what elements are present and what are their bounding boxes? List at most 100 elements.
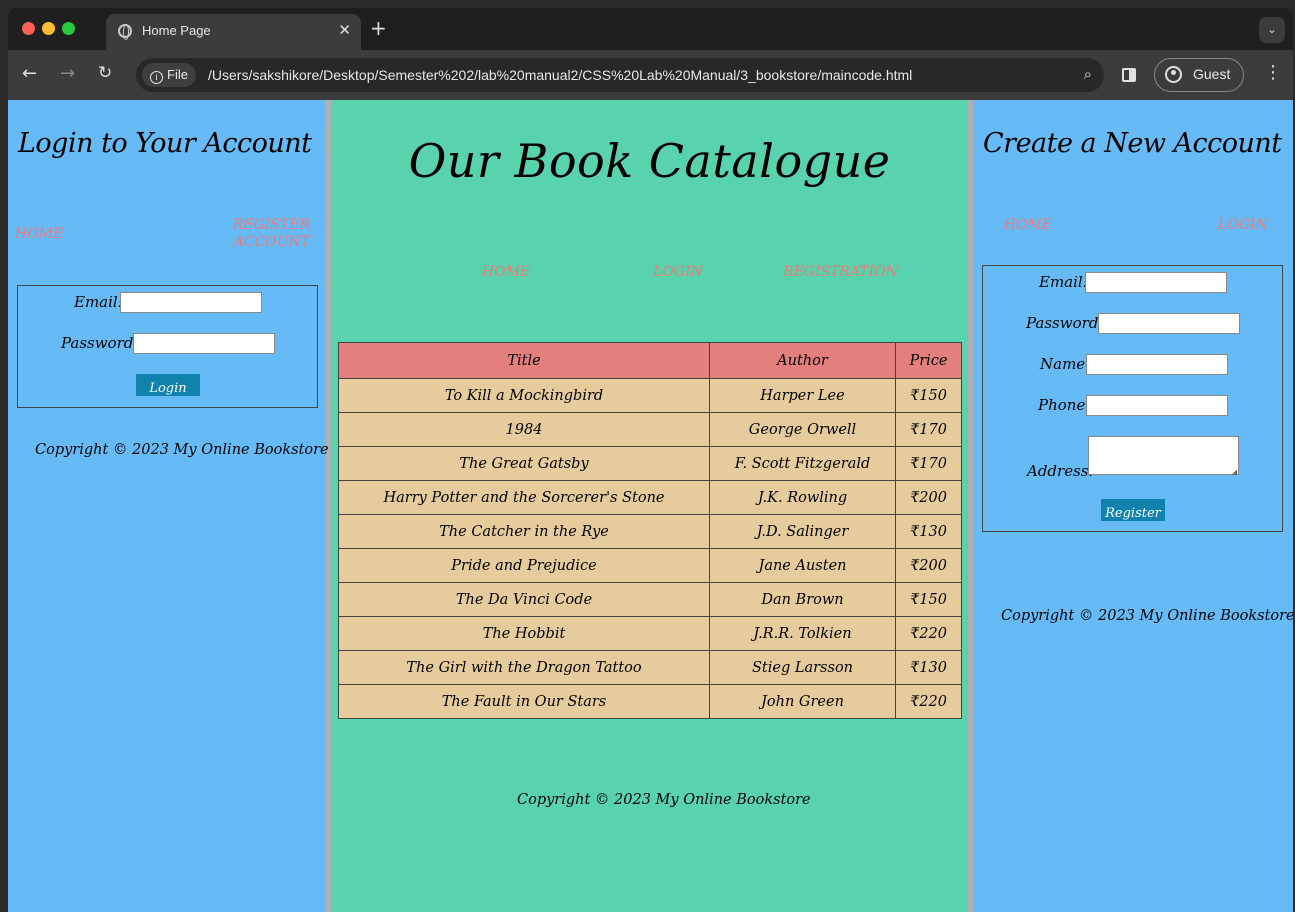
book-title: To Kill a Mockingbird	[338, 378, 710, 413]
book-title: The Fault in Our Stars	[338, 684, 710, 719]
login-email-input[interactable]	[120, 292, 262, 313]
register-nav-login-link[interactable]: LOGIN	[1218, 217, 1268, 234]
book-title: The Catcher in the Rye	[338, 514, 710, 549]
nav-registration-link[interactable]: REGISTRATION	[783, 264, 898, 281]
login-form: Email: Password: Login	[17, 285, 318, 408]
table-row: Pride and Prejudice Jane Austen ₹200	[338, 548, 962, 583]
book-price: ₹200	[895, 480, 962, 515]
close-window-button[interactable]	[22, 22, 35, 35]
password-label: Password:	[1026, 314, 1104, 332]
page-title: Our Book Catalogue	[408, 134, 891, 188]
site-info-label: File	[167, 67, 188, 82]
register-panel: Create a New Account HOME LOGIN Email: P…	[973, 100, 1293, 912]
tab-home-page[interactable]: Home Page ✕	[106, 14, 361, 50]
register-form: Email: Password: Name: Phone: Address: R…	[982, 265, 1283, 532]
register-copyright: Copyright © 2023 My Online Bookstore	[1001, 608, 1293, 624]
address-bar[interactable]: i File /Users/sakshikore/Desktop/Semester…	[136, 58, 1104, 92]
table-row: The Hobbit J.R.R. Tolkien ₹220	[338, 616, 962, 651]
book-price: ₹200	[895, 548, 962, 583]
zoom-icon[interactable]: ⌕	[1084, 65, 1092, 83]
book-title: The Hobbit	[338, 616, 710, 651]
url-text[interactable]: /Users/sakshikore/Desktop/Semester%202/l…	[208, 67, 912, 83]
catalogue-panel: Our Book Catalogue HOME LOGIN REGISTRATI…	[331, 100, 968, 912]
book-price: ₹150	[895, 378, 962, 413]
site-info-chip[interactable]: i File	[142, 63, 196, 87]
book-table: Title Author Price To Kill a Mockingbird…	[338, 342, 962, 719]
book-title: 1984	[338, 412, 710, 447]
forward-button[interactable]: →	[60, 63, 75, 84]
book-author: John Green	[709, 684, 896, 719]
name-label: Name:	[1040, 355, 1091, 373]
profile-label: Guest	[1193, 66, 1231, 82]
book-title: The Da Vinci Code	[338, 582, 710, 617]
login-nav-home-link[interactable]: HOME	[15, 226, 63, 243]
nav-home-link[interactable]: HOME	[482, 264, 530, 281]
catalogue-copyright: Copyright © 2023 My Online Bookstore	[517, 792, 811, 808]
column-header-author: Author	[709, 342, 896, 379]
book-price: ₹170	[895, 446, 962, 481]
table-row: The Girl with the Dragon Tattoo Stieg Lar…	[338, 650, 962, 685]
table-row: Harry Potter and the Sorcerer's Stone J.K…	[338, 480, 962, 515]
book-price: ₹130	[895, 514, 962, 549]
column-header-title: Title	[338, 342, 710, 379]
side-panel-icon[interactable]	[1122, 68, 1136, 82]
globe-icon	[118, 24, 132, 40]
login-nav-register-link[interactable]: REGISTER ACCOUNT	[230, 217, 310, 251]
tab-search-button[interactable]: ⌄	[1259, 17, 1285, 43]
email-label: Email:	[1039, 273, 1088, 291]
register-heading: Create a New Account	[983, 128, 1282, 159]
book-price: ₹150	[895, 582, 962, 617]
tab-strip: Home Page ✕ + ⌄	[8, 8, 1293, 50]
minimize-window-button[interactable]	[42, 22, 55, 35]
column-header-price: Price	[895, 342, 962, 379]
menu-icon[interactable]: ⋮	[1264, 62, 1282, 83]
address-label: Address:	[1027, 462, 1094, 480]
book-title: Pride and Prejudice	[338, 548, 710, 583]
table-row: The Great Gatsby F. Scott Fitzgerald ₹170	[338, 446, 962, 481]
book-author: F. Scott Fitzgerald	[709, 446, 896, 481]
email-label: Email:	[74, 293, 123, 311]
register-button[interactable]: Register	[1101, 499, 1165, 521]
table-row: To Kill a Mockingbird Harper Lee ₹150	[338, 378, 962, 413]
close-tab-icon[interactable]: ✕	[338, 21, 351, 39]
login-button[interactable]: Login	[136, 374, 200, 396]
book-author: J.K. Rowling	[709, 480, 896, 515]
book-author: Stieg Larsson	[709, 650, 896, 685]
register-address-textarea[interactable]	[1088, 436, 1239, 476]
register-email-input[interactable]	[1085, 272, 1227, 293]
page-viewport: Login to Your Account HOME REGISTER ACCO…	[8, 100, 1293, 912]
book-author: Jane Austen	[709, 548, 896, 583]
tab-title: Home Page	[142, 23, 211, 38]
book-title: The Great Gatsby	[338, 446, 710, 481]
password-label: Password:	[61, 334, 139, 352]
register-password-input[interactable]	[1098, 313, 1240, 334]
register-name-input[interactable]	[1086, 354, 1228, 375]
book-price: ₹170	[895, 412, 962, 447]
table-row: 1984 George Orwell ₹170	[338, 412, 962, 447]
book-author: George Orwell	[709, 412, 896, 447]
maximize-window-button[interactable]	[62, 22, 75, 35]
register-phone-input[interactable]	[1086, 395, 1228, 416]
avatar-icon	[1165, 66, 1182, 83]
profile-button[interactable]: Guest	[1154, 58, 1244, 92]
table-row: The Catcher in the Rye J.D. Salinger ₹130	[338, 514, 962, 549]
book-author: Dan Brown	[709, 582, 896, 617]
back-button[interactable]: ←	[22, 63, 37, 84]
book-author: J.D. Salinger	[709, 514, 896, 549]
nav-login-link[interactable]: LOGIN	[653, 264, 703, 281]
table-header-row: Title Author Price	[338, 342, 962, 379]
table-row: The Da Vinci Code Dan Brown ₹150	[338, 582, 962, 617]
book-price: ₹220	[895, 684, 962, 719]
info-icon: i	[150, 71, 163, 84]
book-title: The Girl with the Dragon Tattoo	[338, 650, 710, 685]
new-tab-button[interactable]: +	[370, 16, 387, 40]
login-copyright: Copyright © 2023 My Online Bookstore	[35, 442, 329, 458]
book-price: ₹220	[895, 616, 962, 651]
browser-window: Home Page ✕ + ⌄ ← → ↻ i File /Users/saksh…	[8, 8, 1293, 912]
register-nav-home-link[interactable]: HOME	[1004, 217, 1052, 234]
book-author: J.R.R. Tolkien	[709, 616, 896, 651]
browser-toolbar: ← → ↻ i File /Users/sakshikore/Desktop/Se…	[8, 50, 1293, 100]
book-price: ₹130	[895, 650, 962, 685]
reload-button[interactable]: ↻	[98, 63, 112, 83]
login-password-input[interactable]	[133, 333, 275, 354]
